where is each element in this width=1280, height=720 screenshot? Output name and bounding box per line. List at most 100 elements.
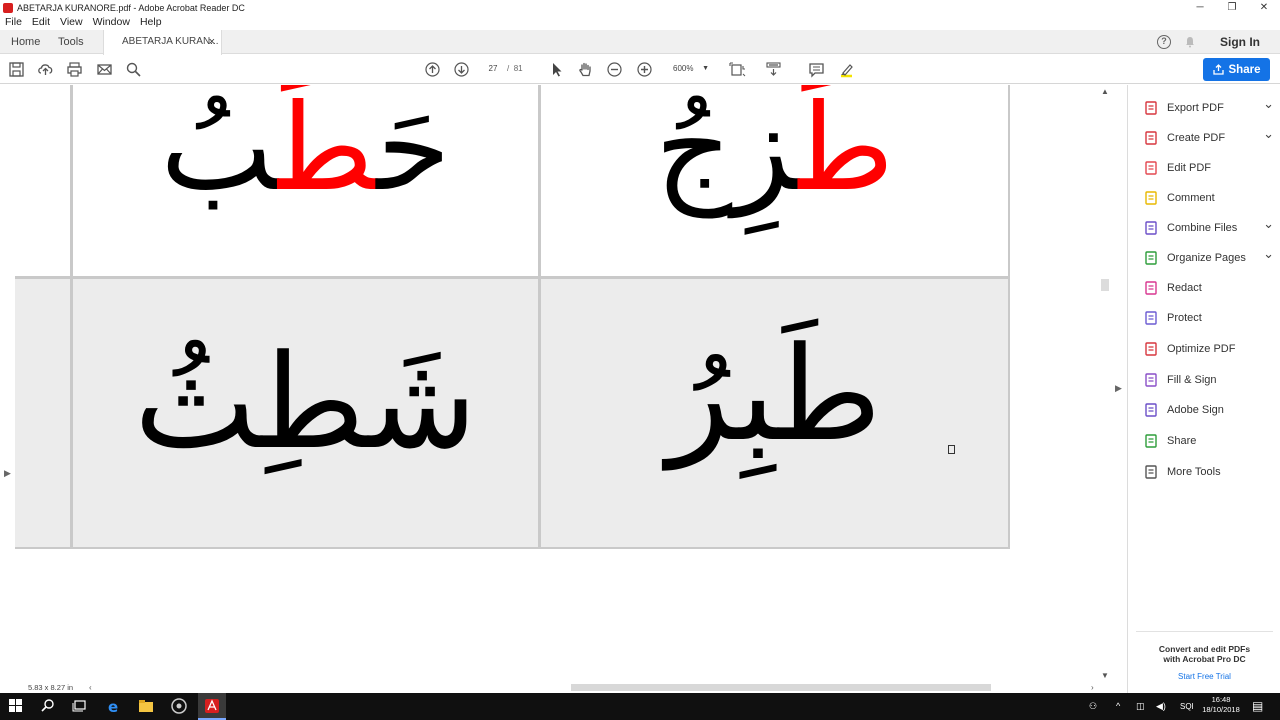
share-button[interactable]: Share xyxy=(1203,58,1270,81)
menu-window[interactable]: Window xyxy=(88,15,135,30)
zoom-in-icon[interactable] xyxy=(636,61,653,78)
next-page-icon[interactable] xyxy=(453,61,470,78)
email-icon[interactable] xyxy=(96,61,113,78)
vertical-scroll-thumb[interactable] xyxy=(1101,279,1109,291)
create-pdf-icon xyxy=(1145,131,1157,145)
scroll-left-icon[interactable]: ‹ xyxy=(89,682,92,693)
svg-text:e: e xyxy=(108,698,118,714)
file-explorer-icon[interactable] xyxy=(138,698,154,714)
tool-create-pdf[interactable]: Create PDF ⌄ xyxy=(1144,126,1274,148)
tool-combine-files[interactable]: Combine Files ⌄ xyxy=(1144,216,1274,238)
share-button-label: Share xyxy=(1228,63,1261,76)
tool-export-pdf[interactable]: Export PDF ⌄ xyxy=(1144,96,1274,118)
document-view[interactable]: حَطَبُ طَزِجُ شَطِثُ طَبِرُ ▶ xyxy=(0,85,1113,682)
previous-page-icon[interactable] xyxy=(424,61,441,78)
tab-tools[interactable]: Tools xyxy=(58,30,84,54)
tab-document[interactable]: ABETARJA KURAN... × xyxy=(103,30,222,55)
search-icon[interactable] xyxy=(40,698,56,714)
optimize-pdf-icon xyxy=(1145,342,1157,356)
tool-label: Create PDF xyxy=(1167,132,1226,144)
tray-chevron-icon[interactable]: ^ xyxy=(1116,693,1120,720)
clock[interactable]: 16:48 18/10/2018 xyxy=(1196,695,1246,715)
tool-adobe-sign[interactable]: Adobe Sign xyxy=(1144,400,1274,420)
tool-share[interactable]: Share xyxy=(1144,431,1274,451)
page-size-readout: 5.83 x 8.27 in xyxy=(28,683,74,692)
minimize-button[interactable]: ─ xyxy=(1184,0,1216,15)
horizontal-scrollbar[interactable]: 5.83 x 8.27 in ‹ › xyxy=(0,682,1113,693)
scroll-right-icon[interactable]: › xyxy=(1091,682,1094,693)
people-icon[interactable]: ⚇ xyxy=(1089,693,1097,720)
chevron-down-icon[interactable]: ⌄ xyxy=(1263,216,1274,232)
close-tab-icon[interactable]: × xyxy=(209,30,215,54)
start-free-trial-link[interactable]: Start Free Trial xyxy=(1136,672,1273,681)
tab-home[interactable]: Home xyxy=(11,30,40,54)
menu-view[interactable]: View xyxy=(55,15,88,30)
sign-in-link[interactable]: Sign In xyxy=(1220,35,1260,49)
save-icon[interactable] xyxy=(8,61,25,78)
maximize-button[interactable]: ❐ xyxy=(1216,0,1248,15)
tool-label: Fill & Sign xyxy=(1167,374,1217,386)
hand-tool-icon[interactable] xyxy=(577,61,594,78)
text-cursor-icon xyxy=(948,445,955,454)
page-number-input[interactable]: 27 xyxy=(482,61,504,77)
notifications-icon[interactable]: ▤ xyxy=(1252,693,1263,720)
volume-icon[interactable]: ◀) xyxy=(1156,693,1166,720)
select-cursor-icon[interactable] xyxy=(548,61,565,78)
tool-organize-pages[interactable]: Organize Pages ⌄ xyxy=(1144,246,1274,268)
menu-bar: File Edit View Window Help xyxy=(0,15,167,30)
promo-line-2: with Acrobat Pro DC xyxy=(1163,654,1246,664)
tool-more-tools[interactable]: More Tools xyxy=(1144,462,1274,482)
menu-file[interactable]: File xyxy=(0,15,27,30)
language-indicator[interactable]: SQI xyxy=(1180,693,1194,720)
title-bar: ABETARJA KURANORE.pdf - Adobe Acrobat Re… xyxy=(0,0,1280,15)
search-icon[interactable] xyxy=(125,61,142,78)
acrobat-icon xyxy=(205,699,219,713)
clock-time: 16:48 xyxy=(1211,695,1231,704)
menu-help[interactable]: Help xyxy=(135,15,167,30)
clock-date: 18/10/2018 xyxy=(1202,705,1240,714)
scrolling-mode-icon[interactable] xyxy=(765,61,782,78)
upload-icon[interactable] xyxy=(37,61,54,78)
left-panel-expand-icon[interactable]: ▶ xyxy=(4,468,11,479)
tool-label: Protect xyxy=(1167,312,1202,324)
network-icon[interactable]: ◫ xyxy=(1136,693,1145,720)
chevron-down-icon[interactable]: ⌄ xyxy=(1263,126,1274,142)
combine-files-icon xyxy=(1145,221,1157,235)
chevron-down-icon[interactable]: ⌄ xyxy=(1263,96,1274,112)
acrobat-taskbar-button[interactable] xyxy=(198,693,226,720)
tool-redact[interactable]: Redact xyxy=(1144,278,1274,298)
task-view-icon[interactable] xyxy=(72,698,88,714)
tool-label: More Tools xyxy=(1167,466,1221,478)
window-title: ABETARJA KURANORE.pdf - Adobe Acrobat Re… xyxy=(17,2,245,13)
chrome-icon[interactable] xyxy=(171,698,187,714)
right-panel-collapse-icon[interactable]: ▶ xyxy=(1115,383,1122,394)
zoom-out-icon[interactable] xyxy=(606,61,623,78)
edit-pdf-icon xyxy=(1145,161,1157,175)
arabic-word: شَطِثُ xyxy=(133,326,478,478)
page-count: / 81 xyxy=(507,64,523,73)
arabic-word: حَطَبُ xyxy=(160,85,451,218)
tool-optimize-pdf[interactable]: Optimize PDF xyxy=(1144,339,1274,359)
tool-fill-sign[interactable]: Fill & Sign xyxy=(1144,370,1274,390)
vertical-scrollbar[interactable]: ▲ ▼ xyxy=(1097,85,1113,682)
comment-tool-icon[interactable] xyxy=(808,61,825,78)
promo-line-1: Convert and edit PDFs xyxy=(1158,644,1251,654)
close-button[interactable]: ✕ xyxy=(1248,0,1280,15)
scroll-up-icon[interactable]: ▲ xyxy=(1101,87,1109,96)
tool-label: Edit PDF xyxy=(1167,162,1212,174)
tool-edit-pdf[interactable]: Edit PDF xyxy=(1144,158,1274,178)
tool-comment[interactable]: Comment xyxy=(1144,188,1274,208)
menu-edit[interactable]: Edit xyxy=(27,15,55,30)
chevron-down-icon[interactable]: ⌄ xyxy=(1263,246,1274,262)
edge-browser-icon[interactable]: e xyxy=(106,698,122,714)
fit-page-icon[interactable] xyxy=(729,61,746,78)
horizontal-scroll-thumb[interactable] xyxy=(571,684,991,691)
windows-start-icon[interactable] xyxy=(8,698,24,714)
bell-icon[interactable] xyxy=(1184,36,1196,48)
help-icon[interactable]: ? xyxy=(1157,35,1171,49)
print-icon[interactable] xyxy=(66,61,83,78)
tool-protect[interactable]: Protect xyxy=(1144,308,1274,328)
zoom-level-select[interactable]: 600% ▼ xyxy=(663,61,715,77)
highlight-tool-icon[interactable] xyxy=(838,61,855,78)
scroll-down-icon[interactable]: ▼ xyxy=(1101,671,1109,680)
